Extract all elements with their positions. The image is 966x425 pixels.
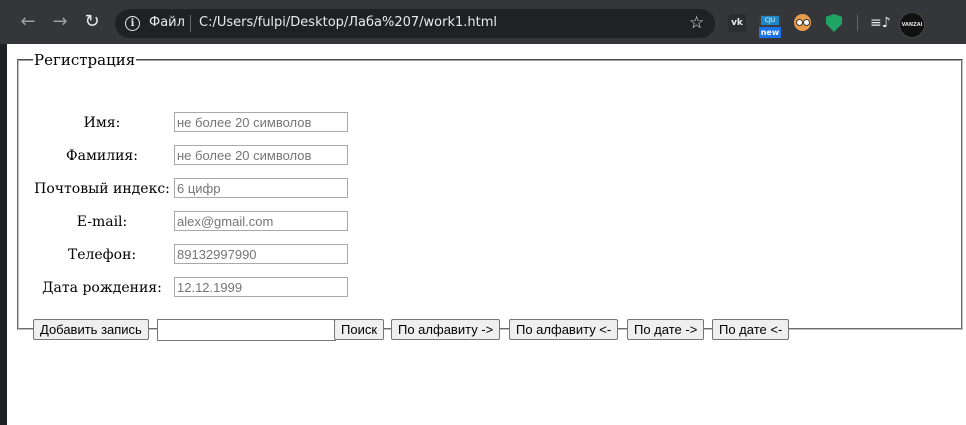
new-extension-icon[interactable]: CJU new (759, 15, 781, 39)
forward-arrow-icon[interactable]: → (50, 12, 70, 32)
search-button[interactable]: Поиск (334, 319, 385, 340)
back-arrow-icon[interactable]: ← (18, 12, 38, 32)
registration-fieldset: Регистрация Имя: Фамилия: Почтовый индек… (17, 51, 963, 341)
page-viewport: Регистрация Имя: Фамилия: Почтовый индек… (7, 44, 966, 425)
last-name-input[interactable] (174, 145, 348, 165)
email-label: E-mail: (76, 214, 128, 230)
action-bar: Добавить запись Поиск По алфавиту -> По … (33, 319, 913, 341)
browser-toolbar: ← → ↻ i Файл C:/Users/fulpi/Desktop/Лаба… (0, 0, 966, 44)
info-icon[interactable]: i (125, 16, 140, 31)
address-bar[interactable]: i Файл C:/Users/fulpi/Desktop/Лаба%207/w… (115, 9, 715, 38)
birth-date-input[interactable] (174, 277, 348, 297)
new-extension-top-label: CJU (761, 16, 779, 25)
add-record-button[interactable]: Добавить запись (33, 319, 149, 340)
sort-alpha-asc-button[interactable]: По алфавиту -> (391, 319, 501, 340)
phone-input[interactable] (174, 244, 348, 264)
shield-extension-icon[interactable] (826, 14, 842, 32)
bookmark-star-icon[interactable]: ☆ (689, 13, 704, 33)
sort-alpha-desc-button[interactable]: По алфавиту <- (509, 319, 619, 340)
first-name-label: Имя: (83, 115, 121, 131)
file-scheme-label: Файл (149, 15, 185, 30)
email-input[interactable] (174, 211, 348, 231)
media-playlist-icon[interactable]: ≡♪ (870, 14, 891, 32)
omnibox-divider (190, 15, 191, 32)
vk-extension-icon[interactable]: vk (728, 14, 746, 32)
postal-code-input[interactable] (174, 178, 348, 198)
url-text[interactable]: C:/Users/fulpi/Desktop/Лаба%207/work1.ht… (199, 15, 497, 30)
reload-icon[interactable]: ↻ (82, 12, 102, 32)
sort-date-asc-button[interactable]: По дате -> (627, 319, 705, 340)
phone-label: Телефон: (67, 247, 137, 263)
search-input[interactable] (157, 319, 336, 341)
last-name-label: Фамилия: (66, 148, 138, 164)
profile-avatar[interactable]: VANZAI (899, 12, 925, 38)
birth-date-label: Дата рождения: (42, 280, 162, 296)
registration-legend: Регистрация (34, 51, 136, 69)
face-extension-icon[interactable] (794, 14, 811, 31)
toolbar-divider (857, 15, 858, 31)
sort-date-desc-button[interactable]: По дате <- (712, 319, 790, 340)
first-name-input[interactable] (174, 112, 348, 132)
new-badge: new (759, 27, 781, 38)
window-edge (0, 44, 7, 425)
postal-code-label: Почтовый индекс: (34, 181, 170, 197)
